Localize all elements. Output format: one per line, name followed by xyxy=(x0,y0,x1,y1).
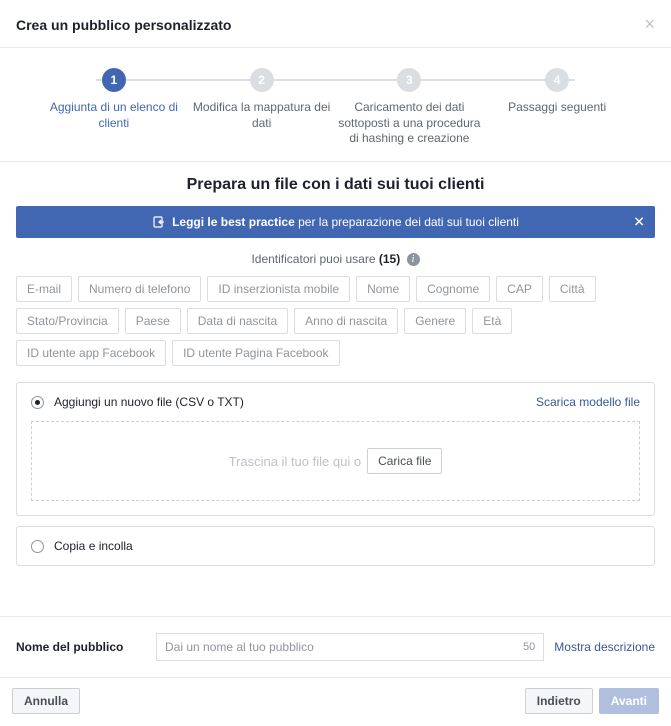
close-banner-icon[interactable]: ✕ xyxy=(633,213,645,230)
identifier-tag[interactable]: Età xyxy=(472,308,512,334)
cancel-button[interactable]: Annulla xyxy=(12,688,80,714)
download-template-link[interactable]: Scarica modello file xyxy=(536,395,640,409)
step-circle: 4 xyxy=(545,68,569,92)
best-practice-banner[interactable]: Leggi le best practice per la preparazio… xyxy=(16,206,655,238)
radio-upload[interactable] xyxy=(31,396,44,409)
char-count: 50 xyxy=(523,641,535,653)
identifier-tag[interactable]: Stato/Provincia xyxy=(16,308,119,334)
show-description-link[interactable]: Mostra descrizione xyxy=(554,640,655,654)
info-icon[interactable]: i xyxy=(407,253,420,266)
step-connector xyxy=(96,79,575,81)
audience-name-label: Nome del pubblico xyxy=(16,640,146,654)
identifiers-label: Identificatori puoi usare xyxy=(251,252,378,266)
audience-name-input[interactable] xyxy=(165,640,523,654)
upload-file-button[interactable]: Carica file xyxy=(367,448,442,474)
identifier-tag[interactable]: Numero di telefono xyxy=(78,276,201,302)
step-label: Passaggi seguenti xyxy=(508,100,606,116)
step-label: Caricamento dei dati sottoposti a una pr… xyxy=(336,100,484,147)
modal-header: Crea un pubblico personalizzato × xyxy=(0,0,671,48)
audience-name-input-wrap: 50 xyxy=(156,633,544,661)
section-title: Prepara un file con i dati sui tuoi clie… xyxy=(16,176,655,194)
identifiers-header: Identificatori puoi usare (15) i xyxy=(16,252,655,266)
dropzone-text: Trascina il tuo file qui o xyxy=(229,454,361,469)
identifier-tag[interactable]: ID utente Pagina Facebook xyxy=(172,340,339,366)
identifier-tag[interactable]: E-mail xyxy=(16,276,72,302)
identifier-tag[interactable]: Genere xyxy=(404,308,466,334)
step-circle: 1 xyxy=(102,68,126,92)
option-upload-label: Aggiungi un nuovo file (CSV o TXT) xyxy=(54,395,536,409)
option-copy-paste: Copia e incolla xyxy=(16,526,655,566)
identifier-tags: E-mailNumero di telefonoID inserzionista… xyxy=(16,276,655,366)
import-icon xyxy=(152,215,166,229)
footer: Annulla Indietro Avanti xyxy=(0,677,671,726)
step-label: Modifica la mappatura dei dati xyxy=(188,100,336,131)
audience-name-row: Nome del pubblico 50 Mostra descrizione xyxy=(0,616,671,677)
identifier-tag[interactable]: Data di nascita xyxy=(187,308,288,334)
banner-text: Leggi le best practice per la preparazio… xyxy=(172,215,519,229)
radio-copy-paste[interactable] xyxy=(31,540,44,553)
close-icon[interactable]: × xyxy=(644,14,655,35)
identifier-tag[interactable]: Nome xyxy=(356,276,410,302)
option-copy-header[interactable]: Copia e incolla xyxy=(17,527,654,565)
identifier-tag[interactable]: Città xyxy=(549,276,596,302)
footer-right: Indietro Avanti xyxy=(525,688,659,714)
identifier-tag[interactable]: ID inserzionista mobile xyxy=(207,276,350,302)
next-button[interactable]: Avanti xyxy=(599,688,659,714)
back-button[interactable]: Indietro xyxy=(525,688,593,714)
identifier-tag[interactable]: Cognome xyxy=(416,276,490,302)
spacer xyxy=(16,576,655,616)
identifier-tag[interactable]: CAP xyxy=(496,276,543,302)
modal-title: Crea un pubblico personalizzato xyxy=(16,17,231,33)
step-label: Aggiunta di un elenco di clienti xyxy=(40,100,188,131)
option-copy-label: Copia e incolla xyxy=(54,539,640,553)
identifiers-count: (15) xyxy=(379,252,400,266)
step-circle: 3 xyxy=(397,68,421,92)
identifier-tag[interactable]: Anno di nascita xyxy=(294,308,398,334)
step-circle: 2 xyxy=(250,68,274,92)
identifier-tag[interactable]: Paese xyxy=(125,308,181,334)
stepper: 1 Aggiunta di un elenco di clienti 2 Mod… xyxy=(0,48,671,162)
option-upload-header[interactable]: Aggiungi un nuovo file (CSV o TXT) Scari… xyxy=(17,383,654,421)
option-upload-file: Aggiungi un nuovo file (CSV o TXT) Scari… xyxy=(16,382,655,516)
identifier-tag[interactable]: ID utente app Facebook xyxy=(16,340,166,366)
file-dropzone[interactable]: Trascina il tuo file qui o Carica file xyxy=(31,421,640,501)
content: Prepara un file con i dati sui tuoi clie… xyxy=(0,162,671,616)
